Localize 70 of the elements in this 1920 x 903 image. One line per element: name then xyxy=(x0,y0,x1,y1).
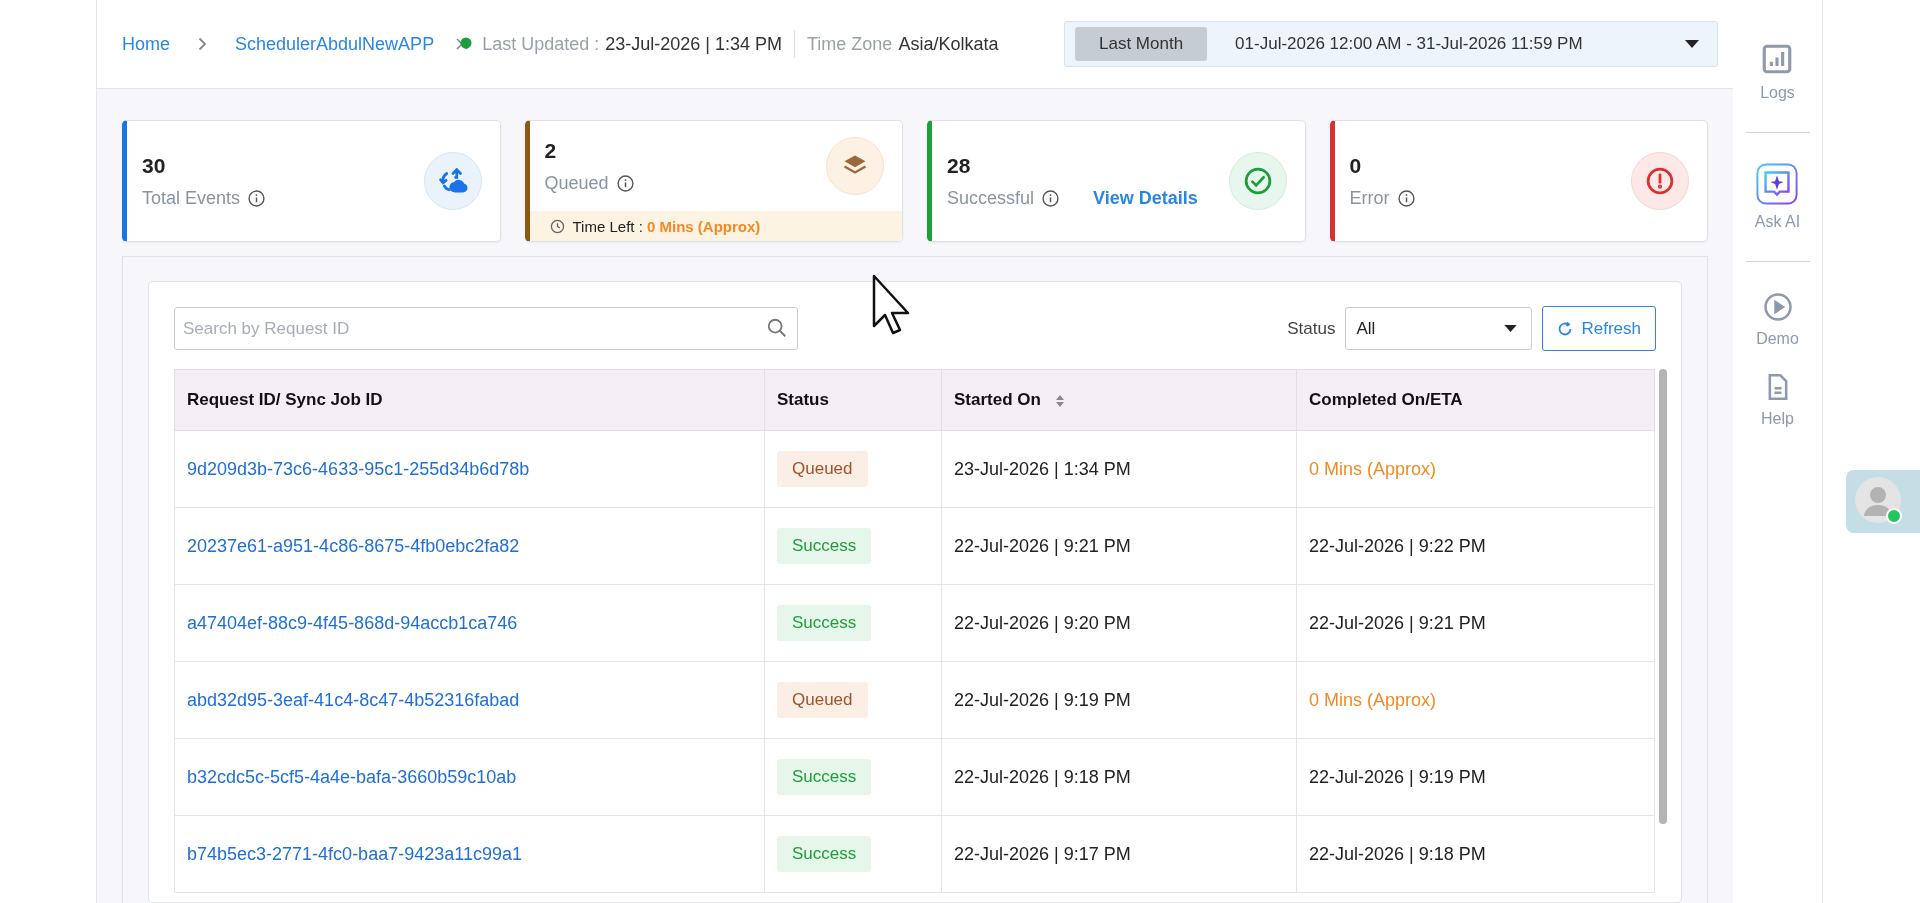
caret-icon xyxy=(1504,325,1518,332)
status-badge: Success xyxy=(777,605,872,641)
date-range-picker[interactable]: Last Month 01-Jul-2026 12:00 AM - 31-Jul-2026 11:59 PM xyxy=(1064,21,1718,67)
request-id-link[interactable]: 20237e61-a951-4c86-8675-4fb0ebc2fa82 xyxy=(187,535,520,556)
time-left-text: Time Left : 0 Mins (Approx) xyxy=(572,217,761,235)
chevron-right-icon xyxy=(198,37,207,51)
sidebar-item[interactable]: Ask AI xyxy=(1754,163,1801,231)
play-circle-icon[interactable] xyxy=(1762,292,1793,322)
request-id-link[interactable]: b32cdc5c-5cf5-4a4e-bafa-3660b59c10ab xyxy=(187,766,517,787)
sort-icon[interactable] xyxy=(1054,393,1065,408)
breadcrumb-link[interactable]: Home xyxy=(122,33,170,55)
last-updated-value: 23-Jul-2026 | 1:34 PM xyxy=(605,33,782,55)
status-filter-label: Status xyxy=(1287,318,1336,339)
avatar-widget[interactable] xyxy=(1846,470,1920,533)
table-cell: 22-Jul-2026 | 9:22 PM xyxy=(1296,507,1655,585)
table-cell: 22-Jul-2026 | 9:18 PM xyxy=(941,738,1297,816)
time-zone-label: Time Zone xyxy=(807,33,893,55)
status-badge: Queued xyxy=(777,682,868,718)
info-icon[interactable] xyxy=(248,189,266,207)
request-id-link[interactable]: abd32d95-3eaf-41c4-8c47-4b52316fabad xyxy=(187,689,520,710)
status-badge: Queued xyxy=(777,451,868,487)
info-icon[interactable] xyxy=(1042,189,1060,207)
table-cell: 0 Mins (Approx) xyxy=(1296,430,1655,508)
stat-label: Total Events xyxy=(142,187,241,209)
time-zone-value: Asia/Kolkata xyxy=(898,33,999,55)
stat-label: Queued xyxy=(544,172,609,194)
search-field[interactable]: Search by Request ID xyxy=(174,307,798,350)
table-cell: 22-Jul-2026 | 9:21 PM xyxy=(941,507,1297,585)
table-cell: 23-Jul-2026 | 1:34 PM xyxy=(941,430,1297,508)
table-cell: 22-Jul-2026 | 9:19 PM xyxy=(1296,738,1655,816)
request-id-link[interactable]: a47404ef-88c9-4f45-868d-94accb1ca746 xyxy=(187,612,518,633)
sidebar-item[interactable]: Demo xyxy=(1756,292,1799,348)
table-cell: 22-Jul-2026 | 9:17 PM xyxy=(941,815,1297,893)
last-updated-label: Last Updated : xyxy=(482,33,600,55)
info-icon[interactable] xyxy=(1397,189,1415,207)
sidebar-item[interactable]: Help xyxy=(1761,372,1794,428)
stat-label: Error xyxy=(1349,187,1390,209)
status-badge: Success xyxy=(777,528,872,564)
table-cell: 22-Jul-2026 | 9:19 PM xyxy=(941,661,1297,739)
view-details-link[interactable]: View Details xyxy=(1093,187,1198,209)
clock-icon xyxy=(549,218,565,234)
column-header: Completed On/ETA xyxy=(1296,369,1655,431)
stat-value: 28 xyxy=(947,153,972,178)
sidebar-item[interactable]: Logs xyxy=(1760,42,1795,102)
stat-value: 2 xyxy=(544,138,558,163)
breadcrumb-link[interactable]: SchedulerAbdulNewAPP xyxy=(235,33,435,55)
table-cell: 22-Jul-2026 | 9:21 PM xyxy=(1296,584,1655,662)
info-icon[interactable] xyxy=(616,174,634,192)
status-dropdown[interactable]: All xyxy=(1345,307,1533,350)
search-icon[interactable] xyxy=(766,317,788,339)
table-cell: 22-Jul-2026 | 9:18 PM xyxy=(1296,815,1655,893)
status-badge: Success xyxy=(777,759,872,795)
stat-value: 0 xyxy=(1349,153,1363,178)
caret-icon xyxy=(1685,40,1699,48)
request-id-link[interactable]: b74b5ec3-2771-4fc0-baa7-9423a11c99a1 xyxy=(187,843,522,864)
status-badge: Success xyxy=(777,836,872,872)
table-cell: 22-Jul-2026 | 9:20 PM xyxy=(941,584,1297,662)
request-id-link[interactable]: 9d209d3b-73c6-4633-95c1-255d34b6d78b xyxy=(187,458,530,479)
column-header[interactable]: Started On xyxy=(941,369,1297,431)
refresh-button[interactable]: Refresh xyxy=(1542,306,1656,351)
column-header: Request ID/ Sync Job ID xyxy=(174,369,765,431)
preset-chip[interactable]: Last Month xyxy=(1075,27,1208,61)
stat-label: Successful xyxy=(947,187,1035,209)
refresh-icon xyxy=(1557,320,1574,337)
column-header: Status xyxy=(764,369,942,431)
date-range-text: 01-Jul-2026 12:00 AM - 31-Jul-2026 11:59 PM xyxy=(1235,34,1584,54)
scrollbar-thumb[interactable] xyxy=(1659,369,1667,824)
sparkle-chat-icon[interactable] xyxy=(1756,163,1799,205)
table-cell: 0 Mins (Approx) xyxy=(1296,661,1655,739)
stat-value: 30 xyxy=(142,153,167,178)
